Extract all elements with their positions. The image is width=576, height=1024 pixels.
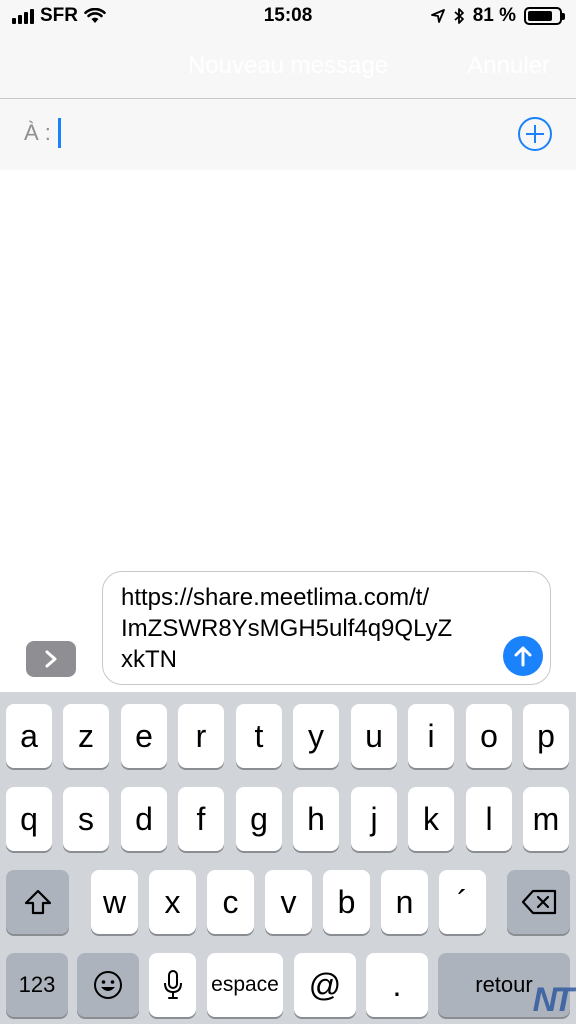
message-line: ImZSWR8YsMGH5ulf4q9QLyZ bbox=[121, 615, 453, 642]
key[interactable]: s bbox=[63, 787, 109, 851]
microphone-icon bbox=[163, 970, 182, 999]
key[interactable]: e bbox=[121, 704, 167, 768]
key[interactable]: n bbox=[381, 870, 428, 934]
status-right: 81 % bbox=[430, 5, 565, 27]
shift-icon bbox=[24, 889, 51, 915]
chevron-right-icon bbox=[45, 650, 57, 668]
key[interactable]: x bbox=[149, 870, 196, 934]
dictation-key[interactable] bbox=[149, 953, 196, 1017]
numbers-key[interactable]: 123 bbox=[6, 953, 68, 1017]
battery-percent: 81 % bbox=[472, 5, 516, 26]
nav-bar: Nouveau message Annuler bbox=[0, 34, 576, 98]
period-key[interactable]: . bbox=[366, 953, 428, 1017]
battery-fill bbox=[528, 11, 553, 21]
key[interactable]: q bbox=[6, 787, 52, 851]
to-label: À : bbox=[24, 120, 51, 145]
backspace-icon bbox=[521, 889, 556, 915]
delete-key[interactable] bbox=[507, 870, 570, 934]
key[interactable]: h bbox=[293, 787, 339, 851]
text-cursor bbox=[58, 118, 61, 148]
status-bar: SFR 15:08 81 % bbox=[0, 0, 576, 34]
at-key[interactable]: @ bbox=[294, 953, 356, 1017]
shift-key[interactable] bbox=[6, 870, 69, 934]
key[interactable]: z bbox=[63, 704, 109, 768]
keyboard: a z e r t y u i o p q s d f g h j k l m … bbox=[0, 692, 576, 1024]
add-contact-button[interactable] bbox=[518, 117, 552, 151]
emoji-key[interactable] bbox=[77, 953, 139, 1017]
key[interactable]: t bbox=[236, 704, 282, 768]
key[interactable]: j bbox=[351, 787, 397, 851]
key[interactable]: u bbox=[351, 704, 397, 768]
key[interactable]: l bbox=[466, 787, 512, 851]
message-line: xkTN bbox=[121, 646, 177, 673]
key[interactable]: y bbox=[293, 704, 339, 768]
key[interactable]: c bbox=[207, 870, 254, 934]
battery-icon bbox=[524, 7, 565, 25]
key[interactable]: k bbox=[408, 787, 454, 851]
arrow-up-icon bbox=[514, 646, 532, 667]
message-input[interactable]: https://share.meetlima.com/t/ ImZSWR8YsM… bbox=[102, 571, 551, 685]
key[interactable]: a bbox=[6, 704, 52, 768]
bluetooth-icon bbox=[454, 8, 464, 24]
message-line: https://share.meetlima.com/t/ bbox=[121, 584, 430, 611]
key[interactable]: r bbox=[178, 704, 224, 768]
key[interactable]: v bbox=[265, 870, 312, 934]
key[interactable]: p bbox=[523, 704, 569, 768]
key[interactable]: w bbox=[91, 870, 138, 934]
key[interactable]: f bbox=[178, 787, 224, 851]
emoji-icon bbox=[94, 971, 122, 999]
key[interactable]: b bbox=[323, 870, 370, 934]
watermark-logo: NT bbox=[532, 981, 574, 1019]
space-key[interactable]: espace bbox=[207, 953, 283, 1017]
location-arrow-icon bbox=[430, 9, 445, 23]
recipient-row: À : bbox=[0, 98, 576, 170]
key[interactable]: m bbox=[523, 787, 569, 851]
show-apps-button[interactable] bbox=[26, 641, 76, 677]
key[interactable]: o bbox=[466, 704, 512, 768]
cancel-button[interactable]: Annuler bbox=[467, 52, 550, 80]
send-button[interactable] bbox=[503, 636, 543, 676]
key[interactable]: g bbox=[236, 787, 282, 851]
key[interactable]: d bbox=[121, 787, 167, 851]
key[interactable]: ´ bbox=[439, 870, 486, 934]
recipient-input[interactable] bbox=[58, 117, 488, 149]
key[interactable]: i bbox=[408, 704, 454, 768]
